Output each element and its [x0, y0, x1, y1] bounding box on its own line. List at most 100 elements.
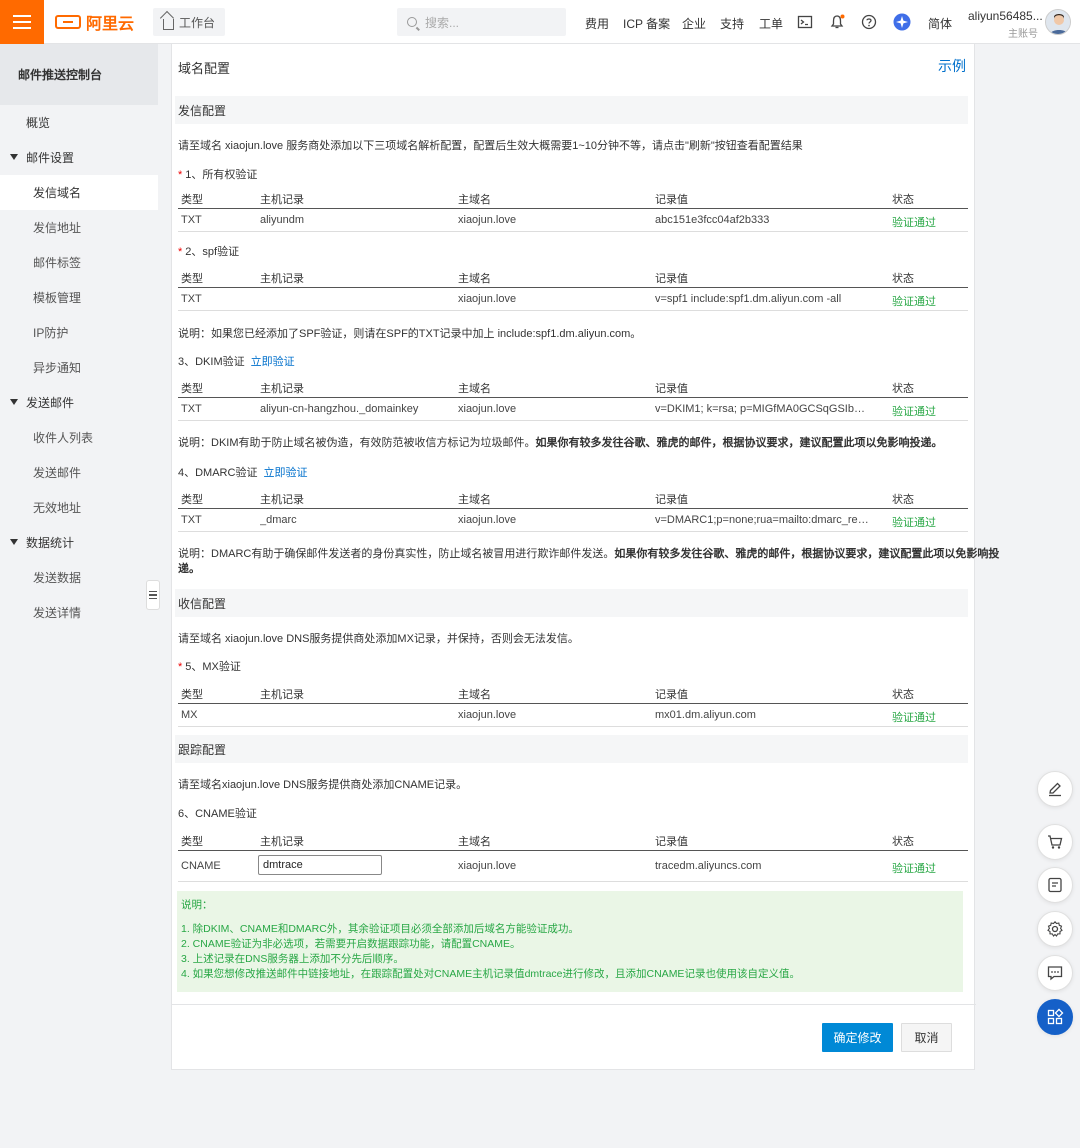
- dmarc-note-text: 说明：DMARC有助于确保邮件发送者的身份真实性，防止域名被冒用进行欺诈邮件发送…: [178, 548, 615, 560]
- sidebar-item-label: 异步通知: [33, 361, 82, 375]
- gear-icon: [1047, 920, 1063, 937]
- lang-switch[interactable]: 简体: [928, 15, 952, 32]
- ownership-table: 类型 主机记录 主域名 记录值 状态 TXT aliyundm xiaojun.…: [178, 186, 968, 232]
- top-bar: 阿里云 工作台 搜索... 费用 ICP 备案 企业 支持 工单 简体 aliy…: [0, 0, 1080, 44]
- nav-enterprise[interactable]: 企业: [682, 15, 706, 32]
- col-type: 类型: [181, 494, 203, 506]
- home-icon: [163, 18, 174, 30]
- table-row: TXT aliyundm xiaojun.love abc151e3fcc04a…: [178, 209, 968, 232]
- cell-type: TXT: [181, 214, 202, 226]
- terminal-icon[interactable]: [797, 14, 813, 30]
- dkim-label-text: 3、DKIM验证: [178, 356, 245, 368]
- help-icon[interactable]: [861, 14, 877, 30]
- notice-box: 说明： 1. 除DKIM、CNAME和DMARC外，其余验证项目必须全部添加后域…: [177, 891, 963, 992]
- status-badge: 验证通过: [892, 517, 936, 529]
- float-app-button[interactable]: [1037, 867, 1073, 903]
- sidebar-item-async-notify[interactable]: 异步通知: [0, 350, 158, 385]
- cell-value: mx01.dm.aliyun.com: [655, 709, 756, 721]
- dmarc-note-bold-wrap: 递。: [178, 563, 200, 575]
- spf-label: * 2、spf验证: [178, 243, 239, 259]
- ownership-label-text: 1、所有权验证: [185, 169, 258, 181]
- avatar[interactable]: [1045, 9, 1071, 35]
- sidebar-item-recipients[interactable]: 收件人列表: [0, 420, 158, 455]
- nav-ticket[interactable]: 工单: [759, 15, 783, 32]
- nav-fees[interactable]: 费用: [585, 15, 609, 32]
- spf-label-text: 2、spf验证: [185, 246, 240, 258]
- col-domain: 主域名: [458, 273, 491, 285]
- cell-domain: xiaojun.love: [458, 860, 517, 872]
- sidebar-group-mail-settings[interactable]: 邮件设置: [0, 140, 158, 175]
- menu-icon[interactable]: [0, 0, 44, 44]
- spf-note: 说明：如果您已经添加了SPF验证，则请在SPF的TXT记录中加上 include…: [178, 328, 642, 340]
- footer-divider: [172, 1004, 976, 1005]
- table-header: 类型 主机记录 主域名 记录值 状态: [178, 681, 968, 704]
- nav-icp[interactable]: ICP 备案: [623, 15, 670, 32]
- cname-host-input[interactable]: [258, 855, 382, 875]
- col-status: 状态: [892, 836, 914, 848]
- sidebar-item-overview[interactable]: 概览: [0, 105, 158, 140]
- cell-host: aliyun-cn-hangzhou._domainkey: [260, 403, 419, 415]
- sidebar-item-label: 数据统计: [26, 536, 75, 550]
- table-header: 类型 主机记录 主域名 记录值 状态: [178, 186, 968, 209]
- sidebar-group-statistics[interactable]: 数据统计: [0, 525, 158, 560]
- mx-label: * 5、MX验证: [178, 658, 241, 674]
- sidebar-item-mail-tags[interactable]: 邮件标签: [0, 245, 158, 280]
- sidebar-item-label: 收件人列表: [33, 431, 94, 445]
- col-value: 记录值: [655, 273, 688, 285]
- col-type: 类型: [181, 194, 203, 206]
- dkim-verify-link[interactable]: 立即验证: [251, 356, 295, 368]
- caret-down-icon: [10, 154, 18, 160]
- sidebar-collapse-handle[interactable]: [146, 580, 160, 610]
- col-status: 状态: [892, 689, 914, 701]
- col-value: 记录值: [655, 194, 688, 206]
- float-settings-button[interactable]: [1037, 911, 1073, 947]
- float-grid-button[interactable]: [1037, 999, 1073, 1035]
- col-host: 主机记录: [260, 194, 304, 206]
- send-config-desc: 请至域名 xiaojun.love 服务商处添加以下三项域名解析配置，配置后生效…: [178, 140, 803, 152]
- search-input[interactable]: 搜索...: [397, 8, 566, 36]
- cancel-button[interactable]: 取消: [901, 1023, 952, 1052]
- sidebar-item-send-mail[interactable]: 发送邮件: [0, 455, 158, 490]
- confirm-button[interactable]: 确定修改: [822, 1023, 893, 1052]
- table-row: CNAME xiaojun.love tracedm.aliyuncs.com …: [178, 851, 968, 882]
- col-domain: 主域名: [458, 836, 491, 848]
- sidebar-item-label: 发信域名: [33, 186, 82, 200]
- chat-icon: [1047, 966, 1063, 981]
- sidebar-item-label: IP防护: [33, 326, 69, 340]
- cell-type: CNAME: [181, 860, 221, 872]
- section-receive-config: 收信配置: [175, 589, 968, 617]
- sidebar-item-templates[interactable]: 模板管理: [0, 280, 158, 315]
- user-name[interactable]: aliyun56485...: [968, 9, 1043, 23]
- notice-line: 1. 除DKIM、CNAME和DMARC外，其余验证项目必须全部添加后域名方能验…: [181, 923, 579, 935]
- workbench-button[interactable]: 工作台: [153, 8, 225, 36]
- sidebar-item-send-data[interactable]: 发送数据: [0, 560, 158, 595]
- col-host: 主机记录: [260, 689, 304, 701]
- sidebar-item-send-address[interactable]: 发信地址: [0, 210, 158, 245]
- sidebar-item-send-domain[interactable]: 发信域名: [0, 175, 158, 210]
- notice-line: 2. CNAME验证为非必选项，若需要开启数据跟踪功能，请配置CNAME。: [181, 938, 521, 950]
- dmarc-verify-link[interactable]: 立即验证: [263, 467, 307, 479]
- dkim-table: 类型 主机记录 主域名 记录值 状态 TXT aliyun-cn-hangzho…: [178, 375, 968, 421]
- aliyun-logo[interactable]: 阿里云: [55, 12, 134, 33]
- sidebar-item-invalid-address[interactable]: 无效地址: [0, 490, 158, 525]
- col-type: 类型: [181, 273, 203, 285]
- float-cart-button[interactable]: [1037, 824, 1073, 860]
- notice-line: 3. 上述记录在DNS服务器上添加不分先后顺序。: [181, 953, 404, 965]
- status-badge: 验证通过: [892, 863, 936, 875]
- dmarc-label-text: 4、DMARC验证: [178, 467, 258, 479]
- ai-assistant-icon[interactable]: [893, 13, 911, 31]
- example-link[interactable]: 示例: [938, 56, 966, 76]
- search-placeholder: 搜索...: [425, 15, 460, 30]
- bell-icon[interactable]: [829, 14, 845, 30]
- nav-support[interactable]: 支持: [720, 15, 744, 32]
- sidebar-item-label: 邮件标签: [33, 256, 82, 270]
- status-badge: 验证通过: [892, 296, 936, 308]
- dkim-note: 说明：DKIM有助于防止域名被伪造，有效防范被收信方标记为垃圾邮件。如果你有较多…: [178, 434, 943, 450]
- float-edit-button[interactable]: [1037, 771, 1073, 807]
- sidebar-item-send-details[interactable]: 发送详情: [0, 595, 158, 630]
- sidebar-group-send-mail[interactable]: 发送邮件: [0, 385, 158, 420]
- float-chat-button[interactable]: [1037, 955, 1073, 991]
- sidebar-item-ip-protection[interactable]: IP防护: [0, 315, 158, 350]
- cell-host: _dmarc: [260, 514, 297, 526]
- table-row: TXT xiaojun.love v=spf1 include:spf1.dm.…: [178, 288, 968, 311]
